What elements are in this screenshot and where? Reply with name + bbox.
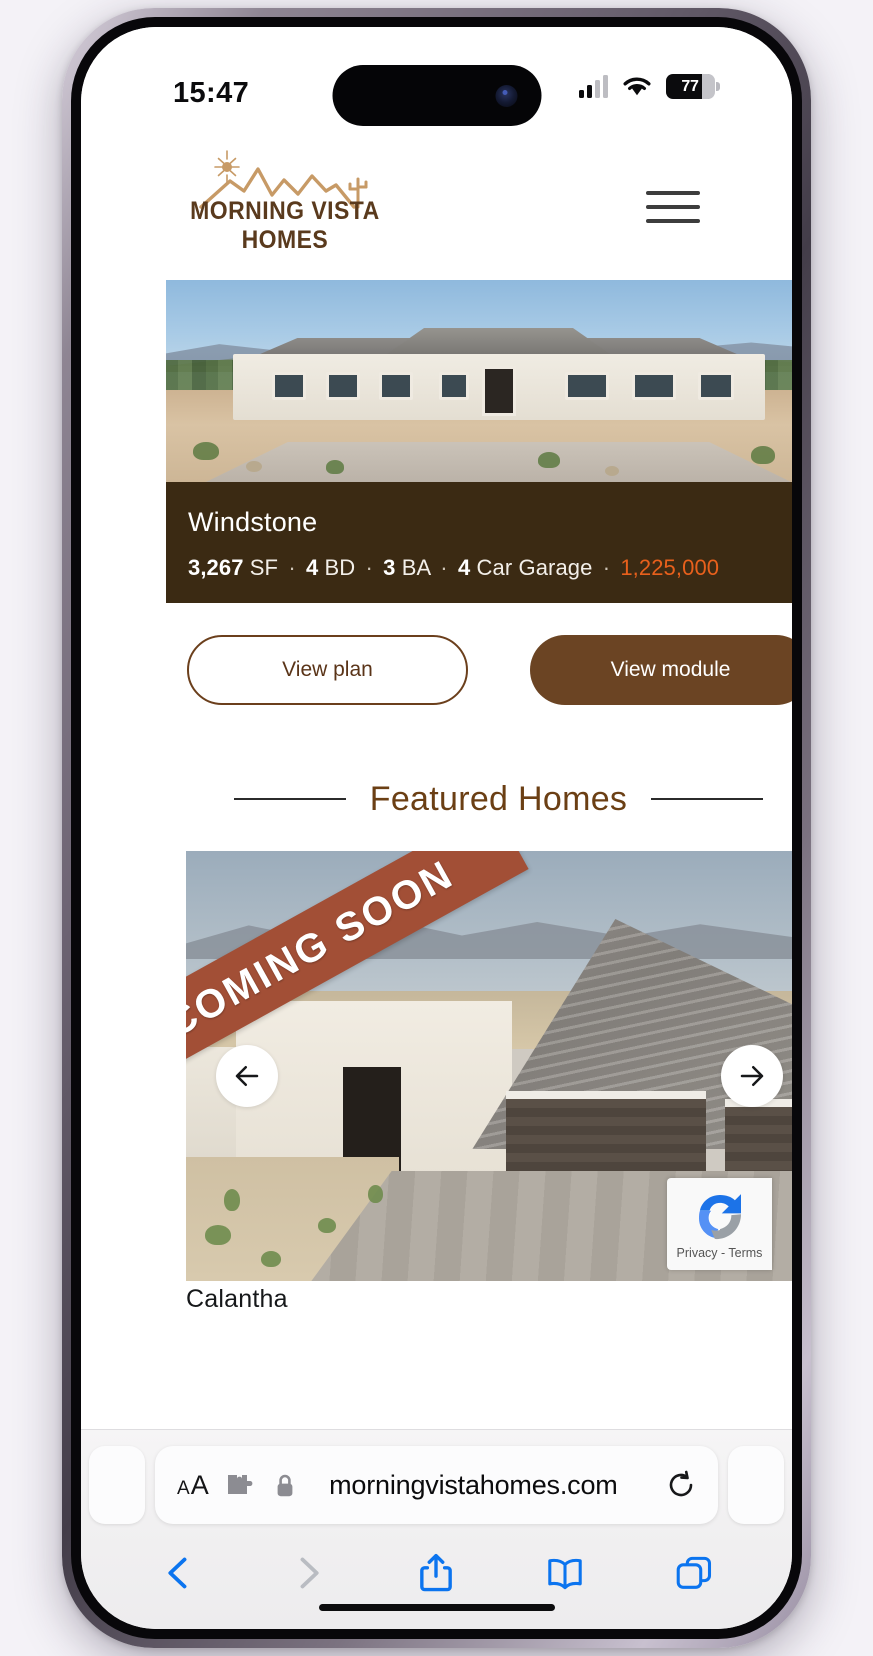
safari-bottom-bar: A A morningvistahomes.com bbox=[81, 1429, 792, 1629]
carousel-prev-button[interactable] bbox=[216, 1045, 278, 1107]
logo-wordmark: MORNING VISTA HOMES bbox=[190, 197, 380, 254]
phone-frame: 15:47 77 MORNING VISTA HOMES Windstone 3… bbox=[62, 8, 811, 1648]
spec-separator-2: · bbox=[365, 555, 373, 580]
text-size-button[interactable]: A A bbox=[177, 1470, 209, 1501]
plan-beds: 4 bbox=[305, 555, 319, 580]
text-size-large-a: A bbox=[190, 1469, 209, 1500]
chevron-left-icon bbox=[168, 1557, 187, 1589]
view-module-button[interactable]: View module bbox=[530, 635, 792, 705]
plan-baths-unit: BA bbox=[401, 555, 431, 580]
tabs-button[interactable] bbox=[666, 1547, 722, 1599]
plan-specs: 3,267 SF · 4 BD · 3 BA · 4 Car Garage · … bbox=[188, 555, 719, 581]
url-bar[interactable]: A A morningvistahomes.com bbox=[155, 1446, 718, 1524]
heading-rule-left bbox=[233, 798, 346, 800]
site-logo[interactable]: MORNING VISTA HOMES bbox=[186, 149, 401, 259]
status-icons: 77 bbox=[579, 74, 720, 99]
hero-image[interactable] bbox=[166, 280, 792, 482]
tabs-icon bbox=[676, 1556, 711, 1589]
phone-bezel: 15:47 77 MORNING VISTA HOMES Windstone 3… bbox=[71, 17, 802, 1639]
safari-toolbar bbox=[81, 1542, 792, 1604]
spec-separator-4: · bbox=[602, 555, 611, 580]
share-button[interactable] bbox=[408, 1547, 464, 1599]
share-icon bbox=[420, 1553, 453, 1592]
recaptcha-badge[interactable]: Privacy - Terms bbox=[667, 1178, 772, 1270]
site-header: MORNING VISTA HOMES bbox=[81, 135, 792, 280]
plan-detail-bar: Windstone 3,267 SF · 4 BD · 3 BA · 4 Car… bbox=[166, 482, 792, 603]
next-tab-peek[interactable] bbox=[728, 1446, 784, 1524]
hamburger-menu-icon[interactable] bbox=[646, 187, 700, 227]
plan-garage-unit: Car Garage bbox=[476, 555, 593, 580]
carousel-next-button[interactable] bbox=[721, 1045, 783, 1107]
home-indicator bbox=[318, 1604, 555, 1611]
hero-photo bbox=[166, 280, 792, 482]
status-time: 15:47 bbox=[173, 77, 250, 109]
book-icon bbox=[548, 1558, 582, 1590]
status-bar: 15:47 77 bbox=[81, 27, 792, 135]
battery-icon: 77 bbox=[666, 74, 720, 99]
recaptcha-logo-icon bbox=[698, 1194, 741, 1240]
featured-home-name: Calantha bbox=[186, 1285, 288, 1313]
recaptcha-links[interactable]: Privacy - Terms bbox=[677, 1246, 763, 1260]
back-button[interactable] bbox=[151, 1547, 207, 1599]
plan-price: 1,225,000 bbox=[620, 555, 720, 580]
dynamic-island bbox=[332, 65, 541, 126]
url-row: A A morningvistahomes.com bbox=[81, 1446, 792, 1524]
battery-percent: 77 bbox=[681, 77, 699, 95]
cta-row: View plan View module bbox=[166, 635, 792, 707]
arrow-right-icon bbox=[740, 1066, 764, 1086]
text-size-small-a: A bbox=[177, 1477, 190, 1499]
front-camera-icon bbox=[495, 84, 517, 107]
cellular-signal-icon bbox=[579, 74, 608, 98]
puzzle-piece-icon[interactable] bbox=[225, 1472, 253, 1498]
spec-separator-1: · bbox=[288, 555, 296, 580]
url-text[interactable]: morningvistahomes.com bbox=[281, 1470, 666, 1501]
previous-tab-peek[interactable] bbox=[89, 1446, 145, 1524]
wifi-icon bbox=[623, 77, 651, 95]
plan-beds-unit: BD bbox=[324, 555, 356, 580]
plan-garage: 4 bbox=[457, 555, 471, 580]
chevron-right-icon bbox=[300, 1557, 319, 1589]
plan-name: Windstone bbox=[188, 507, 318, 537]
heading-rule-right bbox=[651, 798, 764, 800]
view-plan-button[interactable]: View plan bbox=[187, 635, 468, 705]
bookmarks-button[interactable] bbox=[537, 1547, 593, 1599]
arrow-left-icon bbox=[235, 1066, 259, 1086]
spec-separator-3: · bbox=[440, 555, 448, 580]
plan-sqft: 3,267 bbox=[188, 555, 244, 580]
featured-heading: Featured Homes bbox=[166, 769, 792, 829]
plan-baths: 3 bbox=[383, 555, 396, 580]
featured-homes-title: Featured Homes bbox=[369, 779, 628, 818]
reload-icon[interactable] bbox=[666, 1470, 696, 1500]
forward-button[interactable] bbox=[280, 1547, 336, 1599]
phone-screen: 15:47 77 MORNING VISTA HOMES Windstone 3… bbox=[81, 27, 792, 1629]
plan-sqft-unit: SF bbox=[249, 555, 279, 580]
